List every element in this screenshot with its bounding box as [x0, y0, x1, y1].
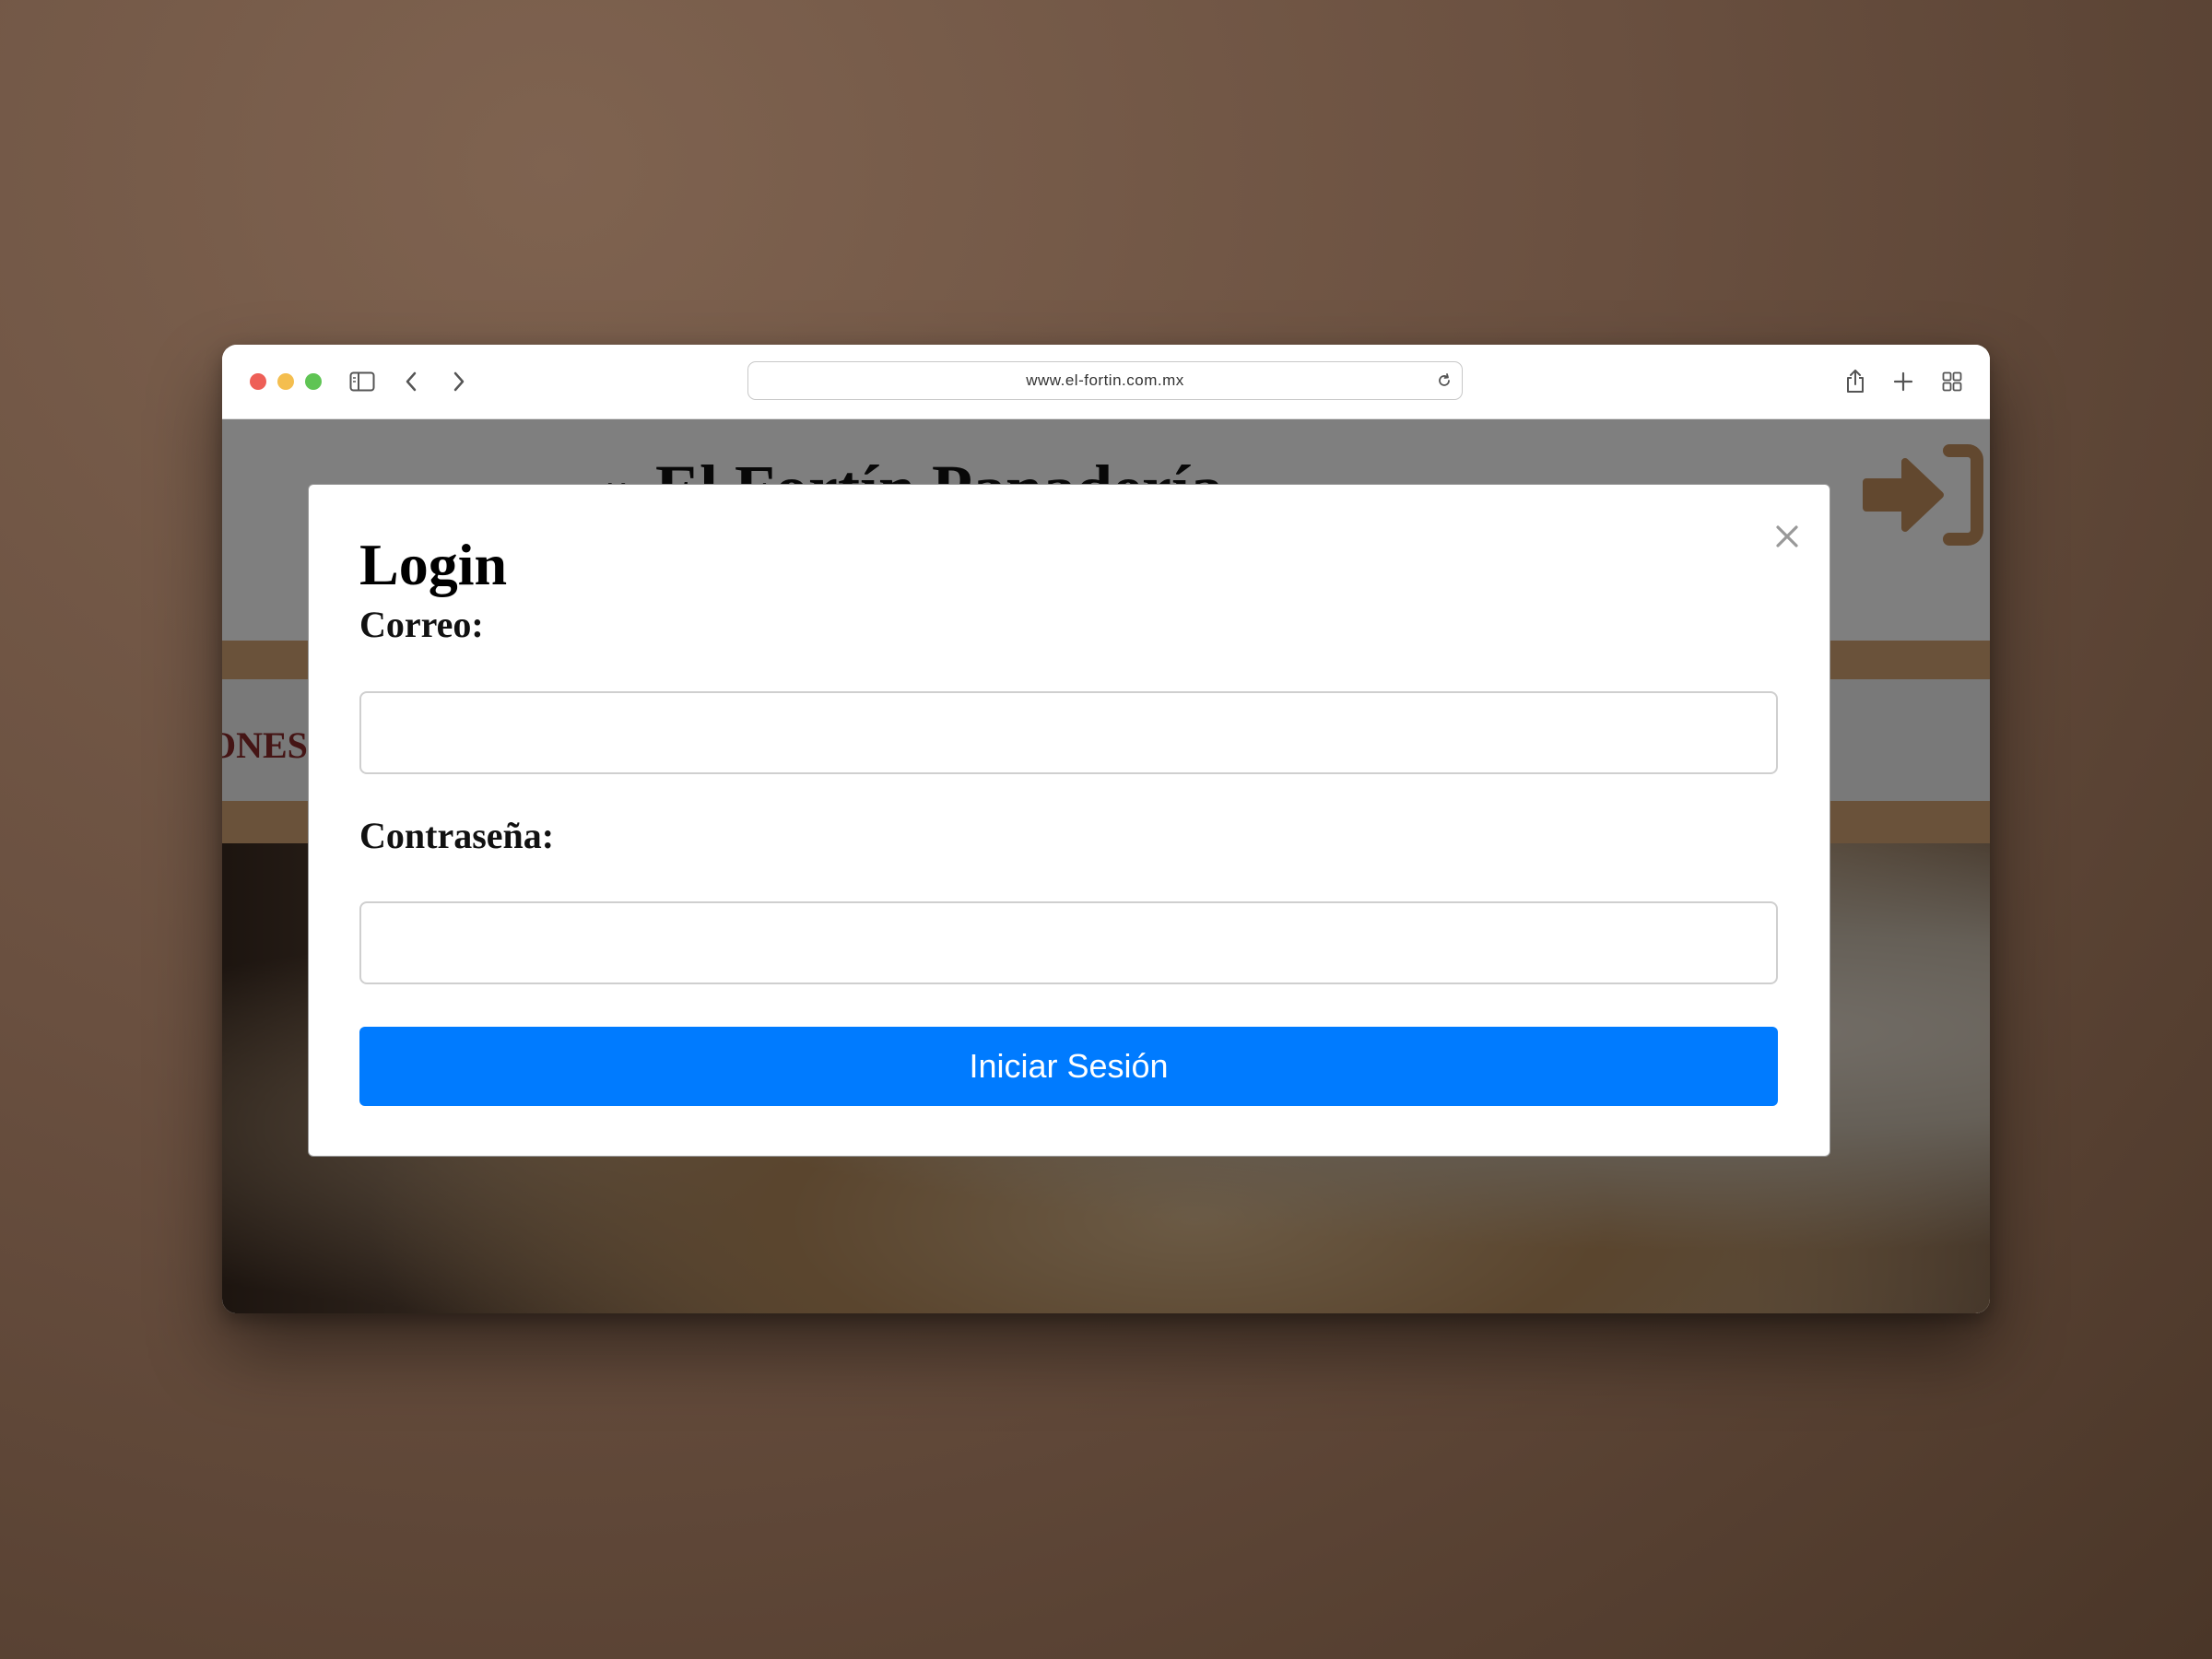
- modal-title: Login: [359, 532, 508, 597]
- address-bar[interactable]: www.el-fortin.com.mx: [747, 361, 1463, 400]
- password-field[interactable]: [359, 901, 1778, 984]
- page-viewport: » El Fortín Panadería ONES Login Correo:…: [222, 419, 1990, 1313]
- browser-toolbar: www.el-fortin.com.mx: [222, 345, 1990, 419]
- url-text: www.el-fortin.com.mx: [1026, 371, 1184, 389]
- browser-window: www.el-fortin.com.mx » El Fortín Panader…: [222, 345, 1990, 1313]
- maximize-window-button[interactable]: [305, 373, 322, 390]
- share-icon[interactable]: [1841, 367, 1870, 396]
- new-tab-icon[interactable]: [1888, 367, 1918, 396]
- tab-overview-icon[interactable]: [1937, 367, 1967, 396]
- minimize-window-button[interactable]: [277, 373, 294, 390]
- forward-icon[interactable]: [444, 367, 474, 396]
- login-modal: Login Correo: Contraseña: Iniciar Sesión: [308, 484, 1830, 1157]
- back-icon[interactable]: [396, 367, 426, 396]
- email-label: Correo:: [359, 604, 484, 645]
- sidebar-toggle-icon[interactable]: [347, 367, 377, 396]
- close-window-button[interactable]: [250, 373, 266, 390]
- close-icon[interactable]: [1769, 518, 1806, 555]
- email-field[interactable]: [359, 691, 1778, 774]
- password-label: Contraseña:: [359, 815, 555, 856]
- login-button[interactable]: Iniciar Sesión: [359, 1027, 1778, 1106]
- reload-icon[interactable]: [1436, 372, 1453, 394]
